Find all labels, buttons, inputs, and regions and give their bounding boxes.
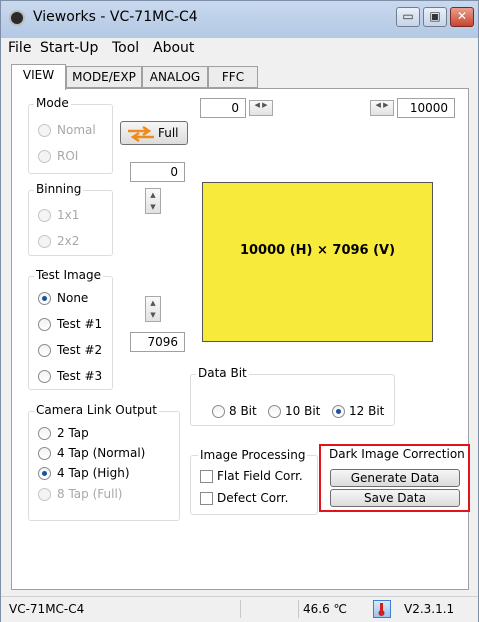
tab-mode-exp[interactable]: MODE/EXP: [66, 66, 142, 88]
width-spinner[interactable]: ◀ ▶: [370, 100, 394, 116]
mode-group: [28, 104, 113, 174]
test-2-radio[interactable]: [38, 344, 51, 357]
camera-link-group-label: Camera Link Output: [34, 403, 159, 417]
mode-roi-label: ROI: [57, 149, 79, 163]
test-none-label: None: [57, 291, 89, 305]
mode-group-label: Mode: [34, 96, 71, 110]
test-1-radio[interactable]: [38, 318, 51, 331]
thermometer-icon[interactable]: [373, 600, 391, 618]
height-spinner[interactable]: ▲ ▼: [145, 296, 161, 322]
tab-ffc[interactable]: FFC: [208, 66, 258, 88]
data-bit-12-label: 12 Bit: [349, 404, 385, 418]
test-1-label: Test #1: [57, 317, 103, 331]
tap-4-normal-radio[interactable]: [38, 447, 51, 460]
mode-nomal-label: Nomal: [57, 123, 96, 137]
binning-2x2-radio[interactable]: [38, 235, 51, 248]
test-image-group-label: Test Image: [34, 268, 104, 282]
test-none-radio[interactable]: [38, 292, 51, 305]
tap-8-full-label: 8 Tap (Full): [57, 487, 123, 501]
full-button-label: Full: [158, 126, 179, 140]
defect-corr-checkbox[interactable]: [200, 492, 213, 505]
defect-corr-label: Defect Corr.: [217, 491, 289, 505]
offset-y-field[interactable]: 0: [130, 162, 185, 182]
offset-y-spinner[interactable]: ▲ ▼: [145, 188, 161, 214]
width-field[interactable]: 10000: [397, 98, 455, 118]
data-bit-10-label: 10 Bit: [285, 404, 321, 418]
binning-group-label: Binning: [34, 182, 84, 196]
status-temperature: 46.6 ℃: [303, 602, 348, 616]
dark-image-group-label: Dark Image Correction: [327, 447, 467, 461]
binning-1x1-radio[interactable]: [38, 209, 51, 222]
height-field[interactable]: 7096: [130, 332, 185, 352]
offset-x-field[interactable]: 0: [200, 98, 246, 118]
mode-roi-radio[interactable]: [38, 150, 51, 163]
data-bit-8-radio[interactable]: [212, 405, 225, 418]
tap-4-normal-label: 4 Tap (Normal): [57, 446, 146, 460]
status-separator: [298, 600, 299, 618]
close-button[interactable]: ✕: [450, 7, 474, 27]
image-processing-group: [190, 455, 318, 515]
binning-1x1-label: 1x1: [57, 208, 80, 222]
data-bit-8-label: 8 Bit: [229, 404, 257, 418]
status-model: VC-71MC-C4: [9, 602, 85, 616]
mode-nomal-radio[interactable]: [38, 124, 51, 137]
data-bit-12-radio[interactable]: [332, 405, 345, 418]
generate-data-button[interactable]: Generate Data: [330, 469, 460, 487]
app-logo-icon: [9, 10, 25, 26]
tap-2-label: 2 Tap: [57, 426, 89, 440]
menu-about[interactable]: About: [153, 40, 194, 56]
flat-field-checkbox[interactable]: [200, 470, 213, 483]
roi-preview-box: 10000 (H) × 7096 (V): [202, 182, 433, 342]
image-processing-group-label: Image Processing: [198, 448, 308, 462]
tab-analog[interactable]: ANALOG: [142, 66, 208, 88]
swap-arrows-icon: [128, 126, 154, 142]
tap-4-high-radio[interactable]: [38, 467, 51, 480]
tap-8-full-radio[interactable]: [38, 488, 51, 501]
test-3-radio[interactable]: [38, 370, 51, 383]
minimize-button[interactable]: ▭: [396, 7, 420, 27]
menu-startup[interactable]: Start-Up: [40, 40, 98, 56]
menu-file[interactable]: File: [8, 40, 31, 56]
menu-tool[interactable]: Tool: [112, 40, 139, 56]
maximize-button[interactable]: ▣: [423, 7, 447, 27]
flat-field-label: Flat Field Corr.: [217, 469, 303, 483]
data-bit-10-radio[interactable]: [268, 405, 281, 418]
roi-size-text: 10000 (H) × 7096 (V): [239, 243, 396, 258]
window-title: Vieworks - VC-71MC-C4: [33, 9, 198, 25]
data-bit-group: [190, 374, 395, 426]
test-2-label: Test #2: [57, 343, 103, 357]
offset-x-spinner[interactable]: ◀ ▶: [249, 100, 273, 116]
full-button[interactable]: Full: [120, 121, 188, 145]
test-3-label: Test #3: [57, 369, 103, 383]
tap-4-high-label: 4 Tap (High): [57, 466, 130, 480]
status-version: V2.3.1.1: [404, 602, 455, 616]
save-data-button[interactable]: Save Data: [330, 489, 460, 507]
binning-2x2-label: 2x2: [57, 234, 80, 248]
status-separator: [240, 600, 241, 618]
tab-view[interactable]: VIEW: [11, 64, 66, 90]
data-bit-group-label: Data Bit: [196, 366, 249, 380]
tap-2-radio[interactable]: [38, 427, 51, 440]
